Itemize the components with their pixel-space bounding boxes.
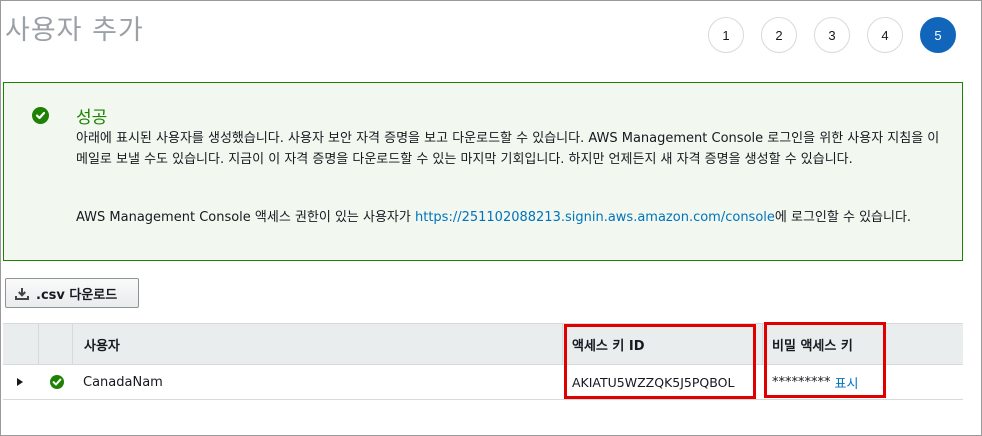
- triangle-right-icon[interactable]: [16, 365, 24, 399]
- download-icon: [15, 287, 29, 300]
- secret-key-highlight: [764, 322, 886, 398]
- step-1[interactable]: 1: [708, 17, 744, 53]
- wizard-steps: 1 2 3 4 5: [708, 17, 973, 53]
- step-2[interactable]: 2: [761, 17, 797, 53]
- check-circle-icon: [50, 365, 64, 399]
- alert-body: 아래에 표시된 사용자를 생성했습니다. 사용자 보안 자격 증명을 보고 다운…: [76, 131, 940, 167]
- alert-title: 성공: [76, 108, 108, 128]
- step-3[interactable]: 3: [814, 17, 850, 53]
- header-user[interactable]: 사용자: [84, 324, 120, 364]
- cell-user: CanadaNam: [83, 374, 163, 390]
- console-prefix: AWS Management Console 액세스 권한이 있는 사용자가: [76, 210, 415, 225]
- download-csv-label: .csv 다운로드: [36, 287, 118, 303]
- success-alert: 성공 아래에 표시된 사용자를 생성했습니다. 사용자 보안 자격 증명을 보고…: [3, 82, 963, 261]
- console-login-text: AWS Management Console 액세스 권한이 있는 사용자가 h…: [76, 206, 911, 225]
- download-csv-button[interactable]: .csv 다운로드: [5, 278, 139, 308]
- step-5[interactable]: 5: [920, 17, 956, 53]
- check-circle-icon: [32, 107, 49, 124]
- access-key-highlight: [564, 324, 756, 399]
- step-4[interactable]: 4: [867, 17, 903, 53]
- console-login-link[interactable]: https://251102088213.signin.aws.amazon.c…: [415, 210, 775, 225]
- console-suffix: 에 로그인할 수 있습니다.: [774, 210, 912, 225]
- page-title: 사용자 추가: [5, 15, 144, 46]
